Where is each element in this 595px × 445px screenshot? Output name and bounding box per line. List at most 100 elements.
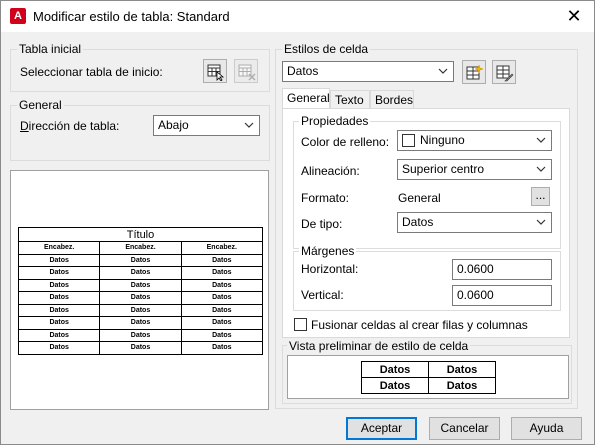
- accept-button[interactable]: Aceptar: [346, 417, 417, 440]
- table-direction-select[interactable]: Abajo: [153, 115, 260, 136]
- tab-borders[interactable]: Bordes: [370, 90, 414, 110]
- chevron-down-icon: [536, 219, 546, 225]
- cell-style-preview: Datos Datos Datos Datos: [287, 355, 569, 399]
- preview-data-cell: Datos: [17, 291, 101, 305]
- cell-preview-table: Datos Datos Datos Datos: [361, 361, 496, 394]
- merge-cells-checkbox[interactable]: [294, 318, 307, 331]
- table-direction-label: Dirección de tabla:: [20, 119, 120, 133]
- new-cell-style-icon: [466, 64, 484, 80]
- cell-style-select[interactable]: Datos: [282, 61, 454, 82]
- preview-data-cell: Datos: [180, 341, 264, 355]
- general-group-label: General: [17, 98, 64, 112]
- preview-table-row: Datos Datos Datos: [17, 253, 264, 267]
- merge-cells-label[interactable]: Fusionar celdas al crear filas y columna…: [311, 318, 528, 332]
- preview-data-cell: Datos: [17, 266, 101, 280]
- title-bar: A Modificar estilo de tabla: Standard ✕: [1, 1, 594, 32]
- preview-header-cell: Encabez.: [99, 241, 182, 255]
- preview-table-title: Título: [18, 227, 263, 242]
- format-label: Formato:: [301, 191, 350, 205]
- preview-table-row: Datos Datos Datos: [17, 303, 264, 317]
- cell-preview-row: Datos Datos: [361, 361, 496, 378]
- type-label: De tipo:: [301, 217, 343, 231]
- preview-data-cell: Datos: [180, 316, 264, 330]
- cell-preview-cell: Datos: [361, 361, 429, 378]
- fill-color-select[interactable]: Ninguno: [397, 130, 552, 151]
- preview-table-row: Datos Datos Datos: [17, 278, 264, 292]
- margins-group-label: Márgenes: [299, 244, 357, 258]
- remove-table-button[interactable]: [234, 59, 258, 83]
- preview-data-cell: Datos: [99, 316, 182, 330]
- format-value: General: [398, 191, 441, 205]
- preview-data-cell: Datos: [99, 303, 182, 317]
- cell-preview-cell: Datos: [361, 377, 429, 394]
- type-value: Datos: [402, 215, 434, 229]
- cell-preview-group-label: Vista preliminar de estilo de celda: [287, 339, 471, 353]
- preview-data-cell: Datos: [180, 278, 264, 292]
- preview-header-cell: Encabez.: [180, 241, 264, 255]
- preview-data-cell: Datos: [17, 303, 101, 317]
- manage-cell-styles-icon: [496, 65, 514, 82]
- preview-data-cell: Datos: [17, 316, 101, 330]
- horizontal-margin-field[interactable]: 0.0600: [452, 259, 552, 280]
- cell-style-value: Datos: [287, 64, 319, 78]
- preview-data-cell: Datos: [180, 291, 264, 305]
- vertical-margin-field[interactable]: 0.0600: [452, 285, 552, 306]
- window-title: Modificar estilo de tabla: Standard: [33, 9, 230, 24]
- preview-data-cell: Datos: [180, 266, 264, 280]
- fill-color-label: Color de relleno:: [301, 135, 390, 149]
- preview-data-cell: Datos: [17, 328, 101, 342]
- preview-data-cell: Datos: [99, 328, 182, 342]
- color-swatch-icon: [402, 134, 415, 147]
- preview-table-row: Datos Datos Datos: [17, 266, 264, 280]
- tab-general[interactable]: General: [282, 88, 330, 110]
- preview-data-cell: Datos: [180, 253, 264, 267]
- preview-table: Título Encabez. Encabez. Encabez. Datos D…: [17, 227, 264, 355]
- type-select[interactable]: Datos: [397, 212, 552, 233]
- help-button[interactable]: Ayuda: [511, 417, 582, 440]
- preview-data-cell: Datos: [17, 341, 101, 355]
- format-browse-button[interactable]: ...: [531, 187, 550, 206]
- preview-data-cell: Datos: [99, 253, 182, 267]
- horizontal-margin-label: Horizontal:: [301, 262, 359, 276]
- preview-table-row: Datos Datos Datos: [17, 291, 264, 305]
- preview-data-cell: Datos: [99, 266, 182, 280]
- manage-cell-styles-button[interactable]: [492, 60, 516, 84]
- fill-color-value: Ninguno: [420, 133, 465, 147]
- cell-preview-cell: Datos: [428, 361, 496, 378]
- cell-preview-cell: Datos: [428, 377, 496, 394]
- cell-preview-row: Datos Datos: [361, 377, 496, 394]
- cell-styles-group-label: Estilos de celda: [282, 42, 371, 56]
- cancel-button[interactable]: Cancelar: [429, 417, 500, 440]
- chevron-down-icon: [438, 68, 448, 74]
- select-start-table-label: Seleccionar tabla de inicio:: [20, 65, 163, 79]
- initial-table-group-label: Tabla inicial: [17, 42, 84, 56]
- preview-data-cell: Datos: [99, 278, 182, 292]
- preview-data-cell: Datos: [17, 278, 101, 292]
- preview-table-row: Datos Datos Datos: [17, 316, 264, 330]
- select-table-button[interactable]: [203, 59, 227, 83]
- alignment-label: Alineación:: [301, 164, 360, 178]
- preview-data-cell: Datos: [99, 341, 182, 355]
- select-table-icon: [207, 64, 225, 81]
- chevron-down-icon: [244, 122, 254, 128]
- properties-group-label: Propiedades: [299, 114, 371, 128]
- alignment-value: Superior centro: [402, 162, 485, 176]
- tab-text[interactable]: Texto: [330, 90, 370, 110]
- preview-table-row: Datos Datos Datos: [17, 341, 264, 355]
- table-direction-value: Abajo: [158, 118, 189, 132]
- table-style-preview: Título Encabez. Encabez. Encabez. Datos D…: [10, 170, 269, 410]
- general-tab-panel: Propiedades Color de relleno: Ninguno Al…: [282, 108, 570, 338]
- create-cell-style-button[interactable]: [462, 60, 486, 84]
- dialog-window: A Modificar estilo de tabla: Standard ✕ …: [0, 0, 595, 445]
- remove-table-icon: [238, 64, 256, 81]
- preview-data-cell: Datos: [180, 328, 264, 342]
- autocad-app-icon: A: [10, 8, 26, 24]
- close-icon[interactable]: ✕: [554, 1, 594, 32]
- preview-data-cell: Datos: [99, 291, 182, 305]
- alignment-select[interactable]: Superior centro: [397, 159, 552, 180]
- vertical-margin-label: Vertical:: [301, 288, 344, 302]
- chevron-down-icon: [536, 137, 546, 143]
- preview-data-cell: Datos: [17, 253, 101, 267]
- preview-data-cell: Datos: [180, 303, 264, 317]
- chevron-down-icon: [536, 166, 546, 172]
